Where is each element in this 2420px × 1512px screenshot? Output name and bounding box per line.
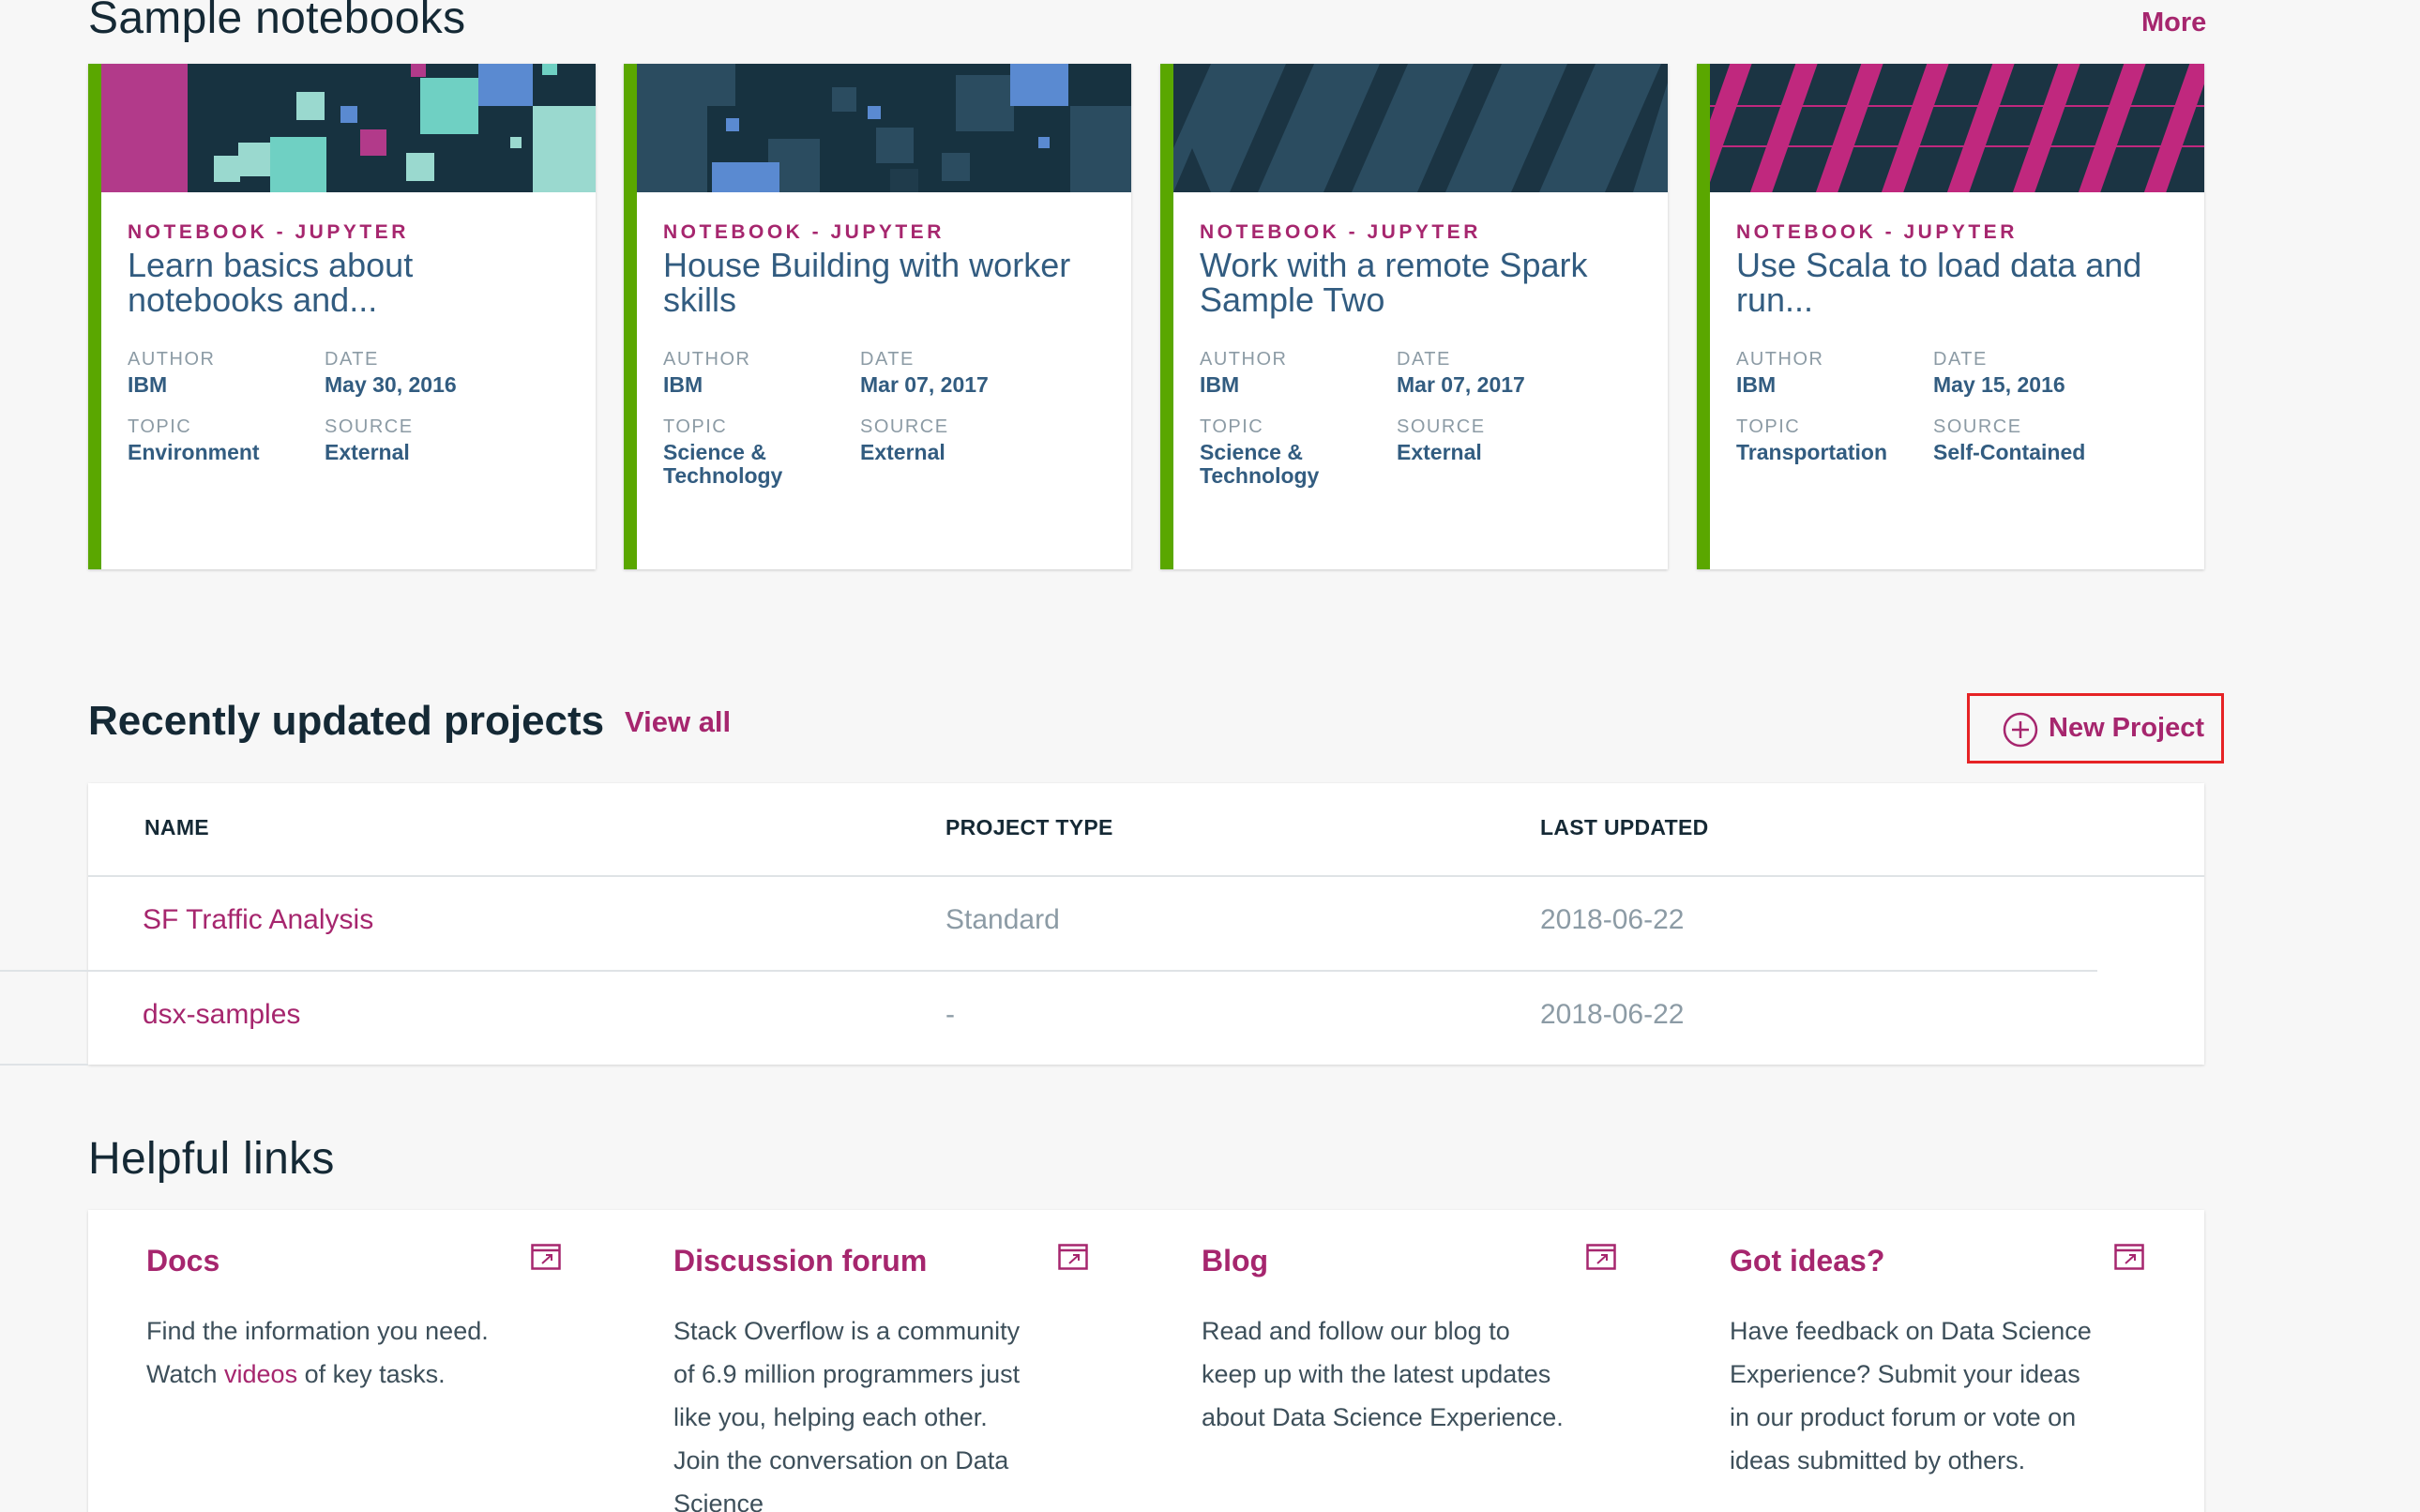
source-label: SOURCE <box>325 416 414 437</box>
new-project-button[interactable]: New Project <box>1967 693 2224 764</box>
link-description: Read and follow our blog to keep up with… <box>1202 1317 1564 1431</box>
source-value: External <box>860 440 945 464</box>
more-link[interactable]: More <box>2141 8 2206 38</box>
source-label: SOURCE <box>860 416 949 437</box>
add-circle-icon <box>2003 712 2038 748</box>
card-banner-image <box>637 64 1131 192</box>
notebook-card[interactable]: NOTEBOOK - JUPYTER Learn basics about no… <box>88 64 596 569</box>
card-title[interactable]: Use Scala to load data and run... <box>1736 248 2186 317</box>
card-banner-image <box>101 64 596 192</box>
link-description-text: of key tasks. <box>297 1360 446 1388</box>
date-value: Mar 07, 2017 <box>860 372 989 397</box>
link-title[interactable]: Got ideas? <box>1730 1244 1884 1278</box>
projects-table: NAME PROJECT TYPE LAST UPDATED SF Traffi… <box>88 783 2204 1065</box>
sample-notebooks-title: Sample notebooks <box>88 0 466 43</box>
project-type: - <box>945 999 955 1030</box>
card-type: NOTEBOOK - JUPYTER <box>663 221 945 243</box>
topic-label: TOPIC <box>663 416 728 437</box>
topic-label: TOPIC <box>128 416 192 437</box>
project-last-updated: 2018-06-22 <box>1540 999 1685 1030</box>
link-title[interactable]: Docs <box>146 1244 219 1278</box>
topic-value: Transportation <box>1736 440 1888 464</box>
topic-label: TOPIC <box>1200 416 1264 437</box>
new-project-label: New Project <box>2049 713 2204 743</box>
external-link-icon[interactable] <box>531 1244 561 1270</box>
project-type: Standard <box>945 904 1060 935</box>
column-header-name[interactable]: NAME <box>144 815 209 840</box>
date-value: May 15, 2016 <box>1933 372 2065 397</box>
card-title[interactable]: Learn basics about notebooks and... <box>128 248 578 317</box>
topic-value: Science & Technology <box>1200 440 1320 488</box>
header-divider <box>88 875 2204 877</box>
card-title[interactable]: House Building with worker skills <box>663 248 1113 317</box>
date-value: Mar 07, 2017 <box>1397 372 1525 397</box>
date-label: DATE <box>1397 349 1451 370</box>
link-description: Stack Overflow is a community of 6.9 mil… <box>673 1317 1021 1512</box>
author-value: IBM <box>1200 372 1240 397</box>
source-value: External <box>1397 440 1482 464</box>
projects-title: Recently updated projects <box>88 698 605 744</box>
row-divider-left <box>0 1064 88 1066</box>
card-type: NOTEBOOK - JUPYTER <box>128 221 409 243</box>
notebook-card[interactable]: NOTEBOOK - JUPYTER House Building with w… <box>624 64 1131 569</box>
topic-value: Environment <box>128 440 260 464</box>
external-link-icon[interactable] <box>1586 1244 1616 1270</box>
card-banner-image <box>1173 64 1668 192</box>
source-label: SOURCE <box>1397 416 1486 437</box>
author-label: AUTHOR <box>1736 349 1824 370</box>
helpful-links-panel: Docs Find the information you need. Watc… <box>88 1210 2204 1512</box>
source-value: Self-Contained <box>1933 440 2086 464</box>
project-last-updated: 2018-06-22 <box>1540 904 1685 935</box>
card-banner-image <box>1710 64 2204 192</box>
source-value: External <box>325 440 410 464</box>
helpful-links-title: Helpful links <box>88 1134 335 1184</box>
card-type: NOTEBOOK - JUPYTER <box>1736 221 2018 243</box>
column-header-last-updated[interactable]: LAST UPDATED <box>1540 815 1709 840</box>
topic-label: TOPIC <box>1736 416 1801 437</box>
link-title[interactable]: Blog <box>1202 1244 1268 1278</box>
notebook-card[interactable]: NOTEBOOK - JUPYTER Use Scala to load dat… <box>1697 64 2204 569</box>
row-divider <box>88 970 2097 972</box>
author-value: IBM <box>663 372 703 397</box>
project-name-link[interactable]: dsx-samples <box>143 999 300 1031</box>
project-name-link[interactable]: SF Traffic Analysis <box>143 904 373 936</box>
date-label: DATE <box>325 349 379 370</box>
date-label: DATE <box>1933 349 1988 370</box>
card-title[interactable]: Work with a remote Spark Sample Two <box>1200 248 1650 317</box>
row-divider-left <box>0 970 88 972</box>
source-label: SOURCE <box>1933 416 2022 437</box>
date-value: May 30, 2016 <box>325 372 457 397</box>
view-all-link[interactable]: View all <box>625 705 731 739</box>
videos-link[interactable]: videos <box>224 1360 297 1388</box>
author-label: AUTHOR <box>128 349 216 370</box>
link-description: Have feedback on Data Science Experience… <box>1730 1317 2092 1474</box>
author-label: AUTHOR <box>663 349 751 370</box>
topic-value: Science & Technology <box>663 440 783 488</box>
link-description: Find the information you need. Watch vid… <box>146 1309 512 1396</box>
author-value: IBM <box>128 372 168 397</box>
author-label: AUTHOR <box>1200 349 1288 370</box>
link-title[interactable]: Discussion forum <box>673 1244 927 1278</box>
card-type: NOTEBOOK - JUPYTER <box>1200 221 1481 243</box>
external-link-icon[interactable] <box>1058 1244 1088 1270</box>
author-value: IBM <box>1736 372 1777 397</box>
notebook-card[interactable]: NOTEBOOK - JUPYTER Work with a remote Sp… <box>1160 64 1668 569</box>
column-header-project-type[interactable]: PROJECT TYPE <box>945 815 1113 840</box>
external-link-icon[interactable] <box>2114 1244 2144 1270</box>
date-label: DATE <box>860 349 915 370</box>
